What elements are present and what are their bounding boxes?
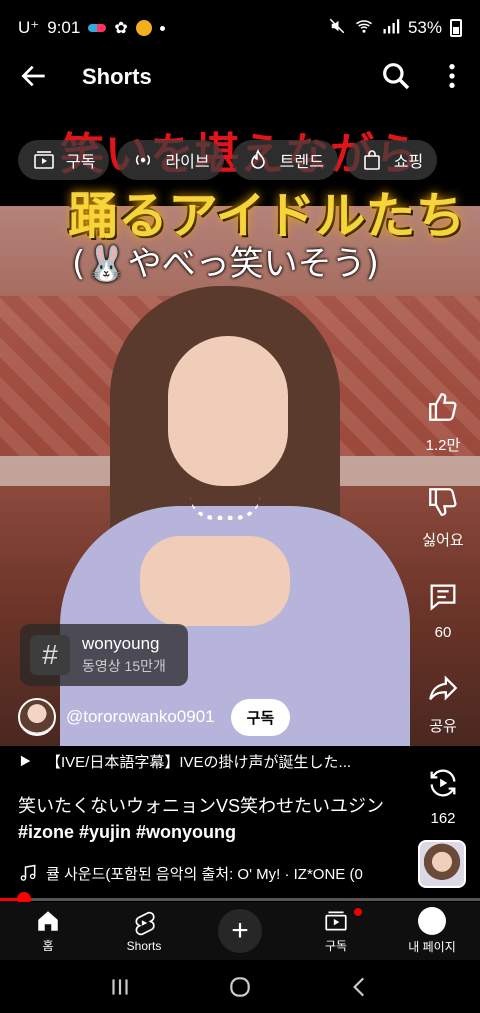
battery-icon bbox=[450, 19, 462, 37]
chip-label: 쇼핑 bbox=[393, 154, 424, 171]
related-video-link[interactable]: 【IVE/日本語字幕】IVEの掛け声が誕生した... bbox=[18, 750, 398, 772]
dislike-button[interactable]: 싫어요 bbox=[414, 485, 472, 550]
subscriptions-icon bbox=[34, 151, 54, 169]
shopping-bag-icon bbox=[363, 150, 380, 170]
nav-subscriptions-label: 구독 bbox=[324, 939, 348, 953]
share-icon bbox=[429, 675, 458, 701]
more-vertical-icon bbox=[449, 64, 455, 88]
video-subject-face bbox=[168, 336, 288, 486]
share-button[interactable]: 공유 bbox=[414, 671, 472, 736]
hashtag-name: wonyoung bbox=[82, 634, 160, 653]
nav-you-label: 내 페이지 bbox=[408, 940, 456, 954]
recent-apps-icon[interactable] bbox=[107, 974, 133, 1000]
nav-subscriptions[interactable]: 구독 bbox=[288, 902, 384, 960]
video-progress-bar[interactable] bbox=[0, 892, 480, 906]
chip-live[interactable]: 라이브 bbox=[117, 140, 224, 180]
thumbs-down-icon bbox=[429, 488, 457, 516]
chip-subscriptions[interactable]: 구독 bbox=[18, 140, 110, 180]
subscribe-button[interactable]: 구독 bbox=[230, 698, 291, 736]
remix-button[interactable]: 162 bbox=[414, 766, 472, 827]
wifi-icon bbox=[354, 17, 374, 40]
remix-count: 162 bbox=[430, 810, 456, 827]
hashtag-icon: # bbox=[30, 635, 70, 675]
comment-icon bbox=[430, 584, 456, 611]
play-icon bbox=[20, 755, 31, 767]
trending-icon bbox=[250, 149, 265, 169]
channel-handle[interactable]: @tororowanko0901 bbox=[66, 707, 215, 727]
sound-link[interactable]: 큘 사운드(포함된 음악의 출처: O' My! · IZ*ONE (0 bbox=[18, 862, 408, 884]
shorts-icon bbox=[135, 911, 155, 935]
subscriptions-icon bbox=[325, 911, 347, 931]
chip-trending[interactable]: 트렌드 bbox=[231, 140, 338, 180]
status-bar: U⁺ 9:01 ✿ 53% bbox=[0, 0, 480, 56]
chip-label: 라이브 bbox=[165, 154, 210, 171]
video-title-text: 笑いたくないウォニョンVS笑わせたいユジン bbox=[18, 796, 385, 816]
page-title: Shorts bbox=[82, 64, 152, 89]
comment-count: 60 bbox=[434, 624, 452, 641]
hashtag-video-count: 동영상 15만개 bbox=[82, 658, 166, 674]
nav-shorts[interactable]: Shorts bbox=[96, 902, 192, 960]
sound-thumbnail[interactable] bbox=[418, 840, 466, 888]
nav-home-label: 홈 bbox=[42, 939, 54, 953]
search-button[interactable] bbox=[380, 60, 412, 92]
nav-you[interactable]: 내 페이지 bbox=[384, 902, 480, 960]
channel-avatar[interactable] bbox=[18, 698, 56, 736]
settings-notification-icon: ✿ bbox=[114, 20, 128, 37]
action-rail: 1.2만 싫어요 60 공유 162 bbox=[414, 390, 472, 857]
video-subject-hands bbox=[140, 536, 290, 626]
clock: 9:01 bbox=[47, 18, 81, 37]
live-icon bbox=[136, 154, 151, 166]
music-note-icon bbox=[20, 864, 36, 881]
back-system-icon[interactable] bbox=[347, 974, 373, 1000]
carrier-label: U⁺ bbox=[18, 18, 40, 37]
home-icon bbox=[38, 911, 58, 931]
bottom-nav: 홈 Shorts + 구독 내 페이지 bbox=[0, 902, 480, 960]
home-system-icon[interactable] bbox=[227, 974, 253, 1000]
top-bar: Shorts bbox=[0, 56, 480, 96]
like-count: 1.2만 bbox=[425, 437, 461, 454]
like-button[interactable]: 1.2만 bbox=[414, 390, 472, 455]
battery-label: 53% bbox=[407, 18, 442, 37]
video-overlay-title-line2: 踊るアイドルたち bbox=[68, 187, 466, 245]
chip-label: 구독 bbox=[66, 154, 96, 171]
related-video-title: 【IVE/日本語字幕】IVEの掛け声が誕生した... bbox=[46, 753, 352, 771]
create-plus-icon: + bbox=[218, 909, 262, 953]
chip-shopping[interactable]: 쇼핑 bbox=[345, 140, 438, 180]
system-navigation-bar bbox=[0, 960, 480, 1013]
thumbs-up-icon bbox=[429, 393, 457, 421]
remix-icon bbox=[430, 769, 456, 797]
back-arrow-icon bbox=[21, 65, 45, 87]
channel-row: @tororowanko0901 구독 bbox=[18, 697, 418, 737]
sound-text: 큘 사운드(포함된 음악의 출처: O' My! · IZ*ONE (0 bbox=[46, 865, 363, 883]
new-content-badge bbox=[354, 908, 362, 916]
more-options-button[interactable] bbox=[436, 60, 468, 92]
back-button[interactable] bbox=[18, 60, 50, 92]
video-title[interactable]: 笑いたくないウォニョンVS笑わせたいユジン #izone #yujin #won… bbox=[18, 793, 418, 845]
profile-avatar-icon bbox=[418, 907, 446, 935]
app-badge-icon bbox=[135, 20, 152, 36]
hashtag-card[interactable]: # wonyoung 동영상 15만개 bbox=[20, 624, 188, 686]
app-notification-icon bbox=[88, 24, 107, 32]
comments-button[interactable]: 60 bbox=[414, 580, 472, 641]
dislike-label: 싫어요 bbox=[422, 532, 464, 549]
more-notifications-icon bbox=[159, 25, 165, 31]
nav-create[interactable]: + bbox=[192, 902, 288, 960]
mute-icon bbox=[328, 17, 346, 40]
chip-label: 트렌드 bbox=[279, 154, 324, 171]
search-icon bbox=[383, 63, 410, 90]
signal-icon bbox=[382, 17, 400, 40]
nav-home[interactable]: 홈 bbox=[0, 902, 96, 960]
share-label: 공유 bbox=[429, 718, 457, 735]
nav-shorts-label: Shorts bbox=[126, 938, 162, 953]
video-hashtags[interactable]: #izone #yujin #wonyoung bbox=[18, 822, 236, 842]
feed-chips: 구독 라이브 트렌드 쇼핑 bbox=[18, 140, 480, 180]
